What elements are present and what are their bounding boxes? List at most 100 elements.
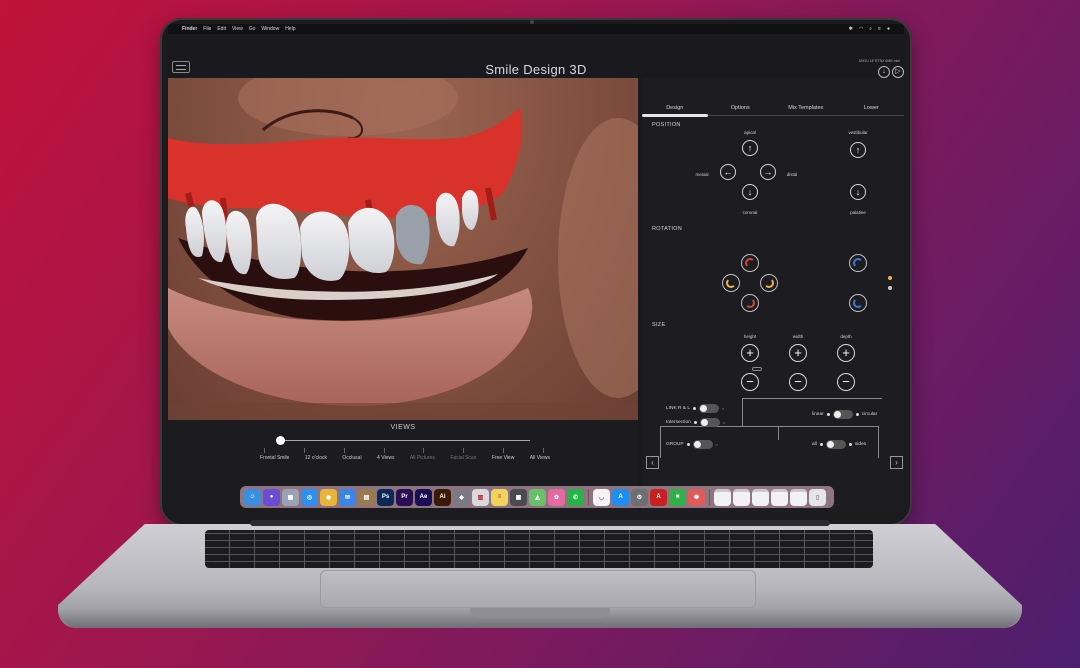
link-frame-top bbox=[742, 398, 882, 399]
acrobat-icon[interactable]: A bbox=[650, 488, 667, 506]
depth-label: depth bbox=[840, 334, 852, 339]
intersection-label: Intersection bbox=[666, 420, 691, 425]
menu-finder[interactable]: Finder bbox=[182, 26, 197, 32]
active-tab-indicator bbox=[642, 114, 708, 117]
move-palatine-button[interactable]: ↓ bbox=[850, 184, 866, 200]
notes-app-icon[interactable]: ▤ bbox=[358, 488, 375, 506]
rotate-up-button[interactable] bbox=[741, 254, 759, 272]
folder-icon[interactable] bbox=[771, 488, 788, 506]
photoshop-icon[interactable]: Ps bbox=[377, 488, 394, 506]
width-decrease-button[interactable]: − bbox=[789, 373, 807, 391]
folder-icon[interactable] bbox=[714, 488, 731, 506]
session-info: SNOU LE RTNX 6MB mini bbox=[858, 59, 900, 63]
maps-icon[interactable]: ◭ bbox=[529, 488, 546, 506]
move-vestibular-button[interactable]: ↑ bbox=[850, 142, 866, 158]
height-increase-button[interactable]: + bbox=[741, 344, 759, 362]
photos-icon[interactable]: ✿ bbox=[548, 488, 565, 506]
height-decrease-button[interactable]: − bbox=[741, 373, 759, 391]
views-ticks bbox=[264, 448, 544, 454]
whatsapp-icon[interactable]: ✆ bbox=[567, 488, 584, 506]
menu-view[interactable]: View bbox=[232, 26, 243, 32]
app-store-icon[interactable]: A bbox=[612, 488, 629, 506]
laptop-hinge bbox=[250, 520, 830, 526]
folder-icon[interactable] bbox=[790, 488, 807, 506]
launchpad-icon[interactable]: ▦ bbox=[282, 488, 299, 506]
finder-icon[interactable]: ☺ bbox=[244, 488, 261, 506]
page-indicator[interactable] bbox=[888, 286, 892, 290]
calculator-icon[interactable]: ▦ bbox=[510, 488, 527, 506]
view-option-occlusal[interactable]: Occlusal bbox=[342, 455, 361, 461]
bluetooth-icon[interactable]: ✱ bbox=[849, 26, 853, 32]
folder-icon[interactable] bbox=[733, 488, 750, 506]
depth-increase-button[interactable]: + bbox=[837, 344, 855, 362]
tab-mix-templates[interactable]: Mix Templates bbox=[773, 102, 839, 116]
control-center-icon[interactable]: ≡ bbox=[878, 26, 881, 32]
view-option-facial-scan[interactable]: Facial Scan bbox=[450, 455, 476, 461]
rotate-torque-up-button[interactable] bbox=[849, 254, 867, 272]
all-sides-row: all sides bbox=[812, 440, 866, 449]
wifi-icon[interactable]: ◠ bbox=[859, 26, 863, 32]
tab-options[interactable]: Options bbox=[708, 102, 774, 116]
menu-help[interactable]: Help bbox=[285, 26, 295, 32]
move-apical-button[interactable]: ↑ bbox=[742, 140, 758, 156]
trash-icon[interactable]: ▯ bbox=[809, 488, 826, 506]
menu-window[interactable]: Window bbox=[261, 26, 279, 32]
after-effects-icon[interactable]: Ae bbox=[415, 488, 432, 506]
next-arrow-icon[interactable]: › bbox=[890, 456, 903, 469]
circular-label: circular bbox=[861, 412, 878, 417]
search-icon[interactable]: ⌕ bbox=[869, 26, 872, 32]
smile-viewport[interactable] bbox=[168, 78, 638, 420]
tab-lower[interactable]: Lower bbox=[839, 102, 905, 116]
premiere-icon[interactable]: Pr bbox=[396, 488, 413, 506]
view-option-4-views[interactable]: 4 Views bbox=[377, 455, 394, 461]
folder-icon[interactable] bbox=[752, 488, 769, 506]
siri-icon[interactable]: ● bbox=[887, 26, 890, 32]
rotation-title: ROTATION bbox=[652, 226, 682, 232]
facetime-icon[interactable]: ■ bbox=[669, 488, 686, 506]
view-option-12-oclock[interactable]: 12 o'clock bbox=[305, 455, 327, 461]
keynote-icon[interactable]: ◆ bbox=[453, 488, 470, 506]
rotate-right-button[interactable] bbox=[760, 274, 778, 292]
rotate-torque-down-button[interactable] bbox=[849, 294, 867, 312]
all-label: all bbox=[812, 442, 817, 447]
system-preferences-icon[interactable]: ⚙ bbox=[631, 488, 648, 506]
all-sides-toggle[interactable] bbox=[825, 440, 846, 449]
smile-design-icon[interactable]: ◡ bbox=[593, 488, 610, 506]
chrome-icon[interactable]: ◉ bbox=[320, 488, 337, 506]
link-icon[interactable] bbox=[752, 367, 762, 371]
laptop-screen: Finder File Edit View Go Window Help ✱ ◠… bbox=[168, 24, 904, 512]
download-icon[interactable]: ↓ bbox=[878, 66, 890, 78]
width-increase-button[interactable]: + bbox=[789, 344, 807, 362]
previous-arrow-icon[interactable]: ‹ bbox=[646, 456, 659, 469]
siri-icon[interactable]: ● bbox=[263, 488, 280, 506]
illustrator-icon[interactable]: Ai bbox=[434, 488, 451, 506]
link-rl-toggle[interactable] bbox=[699, 404, 719, 413]
views-slider-knob[interactable] bbox=[276, 436, 285, 445]
group-toggle[interactable] bbox=[692, 440, 713, 449]
menu-bar: Finder File Edit View Go Window Help ✱ ◠… bbox=[168, 24, 904, 34]
notes-icon[interactable]: ≡ bbox=[491, 488, 508, 506]
photo-booth-icon[interactable]: ✺ bbox=[688, 488, 705, 506]
menu-edit[interactable]: Edit bbox=[217, 26, 226, 32]
view-option-all-views[interactable]: All Views bbox=[530, 455, 550, 461]
menu-file[interactable]: File bbox=[203, 26, 211, 32]
page-indicator-active[interactable] bbox=[888, 276, 892, 280]
preview-icon[interactable]: ▥ bbox=[472, 488, 489, 506]
move-mesial-button[interactable]: ← bbox=[720, 164, 736, 180]
view-option-frontal-smile[interactable]: Frontal Smile bbox=[260, 455, 289, 461]
move-coronal-button[interactable]: ↓ bbox=[742, 184, 758, 200]
menu-go[interactable]: Go bbox=[249, 26, 256, 32]
rotate-down-button[interactable] bbox=[741, 294, 759, 312]
view-option-free-view[interactable]: Free View bbox=[492, 455, 514, 461]
views-slider-track[interactable] bbox=[280, 440, 530, 441]
view-option-all-pictures[interactable]: All Pictures bbox=[410, 455, 435, 461]
group-frame-right bbox=[778, 426, 779, 440]
move-distal-button[interactable]: → bbox=[760, 164, 776, 180]
play-icon[interactable]: ▷ bbox=[892, 66, 904, 78]
intersection-toggle[interactable] bbox=[699, 418, 720, 427]
safari-icon[interactable]: ◎ bbox=[301, 488, 318, 506]
depth-decrease-button[interactable]: − bbox=[837, 373, 855, 391]
mail-icon[interactable]: ✉ bbox=[339, 488, 356, 506]
rotate-left-button[interactable] bbox=[722, 274, 740, 292]
linear-circular-toggle[interactable] bbox=[832, 410, 853, 419]
